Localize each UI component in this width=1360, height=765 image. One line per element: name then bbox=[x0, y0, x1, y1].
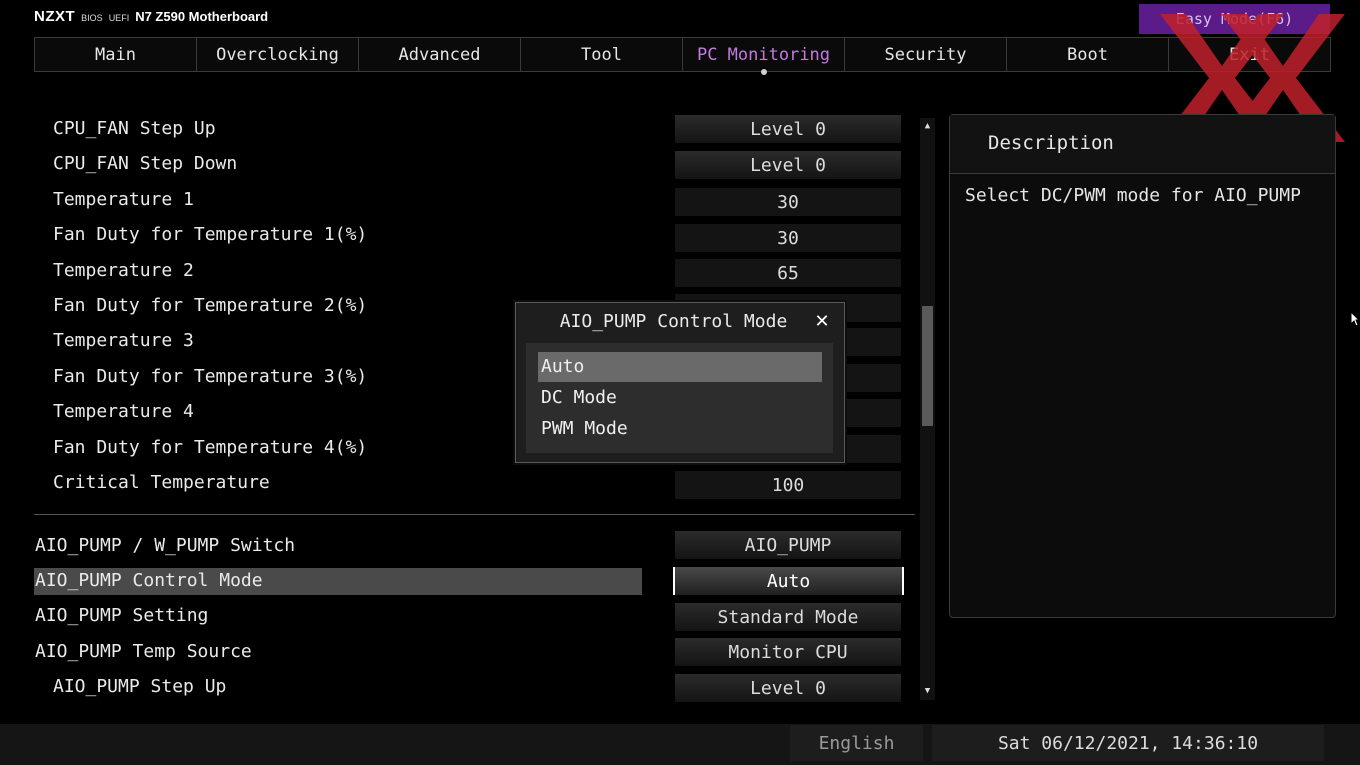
main-tabs: Main Overclocking Advanced Tool PC Monit… bbox=[34, 37, 1331, 75]
setting-label: CPU_FAN Step Down bbox=[53, 153, 238, 174]
control-mode-dialog: AIO_PUMP Control Mode ✕ Auto DC Mode PWM… bbox=[515, 302, 845, 463]
date-time-display: Sat 06/12/2021, 14:36:10 bbox=[932, 725, 1324, 761]
setting-label: AIO_PUMP Step Up bbox=[53, 676, 227, 697]
option-pwm-mode[interactable]: PWM Mode bbox=[538, 414, 822, 444]
tab-overclocking[interactable]: Overclocking bbox=[197, 38, 359, 71]
board-model: N7 Z590 Motherboard bbox=[135, 9, 269, 24]
nzxt-logo: NZXT bbox=[34, 8, 76, 25]
close-icon[interactable]: ✕ bbox=[811, 311, 833, 333]
setting-label: Fan Duty for Temperature 1(%) bbox=[53, 224, 368, 245]
dialog-title: AIO_PUMP Control Mode bbox=[559, 311, 788, 332]
setting-value[interactable]: 100 bbox=[675, 471, 901, 499]
option-dc-mode[interactable]: DC Mode bbox=[538, 383, 822, 413]
setting-label: AIO_PUMP Setting bbox=[35, 605, 209, 626]
setting-label: Temperature 1 bbox=[53, 189, 194, 210]
setting-label: Fan Duty for Temperature 2(%) bbox=[53, 295, 368, 316]
setting-label: Temperature 3 bbox=[53, 330, 194, 351]
tab-advanced[interactable]: Advanced bbox=[359, 38, 521, 71]
setting-label: AIO_PUMP Temp Source bbox=[35, 641, 252, 662]
scroll-down-arrow-icon[interactable]: ▼ bbox=[920, 684, 935, 698]
setting-value[interactable]: Level 0 bbox=[675, 151, 901, 179]
setting-value[interactable]: Level 0 bbox=[675, 674, 901, 702]
bios-label: BIOS bbox=[81, 13, 103, 23]
setting-label: AIO_PUMP / W_PUMP Switch bbox=[35, 535, 296, 556]
setting-label: Fan Duty for Temperature 4(%) bbox=[53, 437, 368, 458]
setting-label: Fan Duty for Temperature 3(%) bbox=[53, 366, 368, 387]
setting-value[interactable]: 30 bbox=[675, 224, 901, 252]
uefi-label: UEFI bbox=[108, 13, 130, 23]
language-selector[interactable]: English bbox=[790, 725, 923, 761]
scroll-up-arrow-icon[interactable]: ▲ bbox=[920, 119, 935, 133]
setting-value[interactable]: 65 bbox=[675, 259, 901, 287]
setting-label: Temperature 4 bbox=[53, 401, 194, 422]
brand-header: NZXT BIOS UEFI N7 Z590 Motherboard bbox=[34, 8, 268, 28]
section-divider bbox=[34, 514, 915, 515]
description-title: Description bbox=[988, 132, 1114, 154]
setting-label: Critical Temperature bbox=[53, 472, 270, 493]
tab-main[interactable]: Main bbox=[35, 38, 197, 71]
setting-value[interactable]: Standard Mode bbox=[675, 603, 901, 631]
description-text: Select DC/PWM mode for AIO_PUMP bbox=[965, 185, 1301, 206]
setting-value[interactable]: Level 0 bbox=[675, 115, 901, 143]
setting-label: Temperature 2 bbox=[53, 260, 194, 281]
setting-label: CPU_FAN Step Up bbox=[53, 118, 216, 139]
tab-boot[interactable]: Boot bbox=[1007, 38, 1169, 71]
setting-label-selected[interactable]: AIO_PUMP Control Mode bbox=[35, 568, 263, 594]
description-panel: Description Select DC/PWM mode for AIO_P… bbox=[949, 114, 1336, 618]
setting-value[interactable]: 30 bbox=[675, 188, 901, 216]
setting-value[interactable]: AIO_PUMP bbox=[675, 531, 901, 559]
setting-value[interactable]: Monitor CPU bbox=[675, 638, 901, 666]
tab-tool[interactable]: Tool bbox=[521, 38, 683, 71]
mouse-cursor-icon bbox=[1350, 311, 1360, 327]
description-header: Description bbox=[950, 115, 1335, 174]
option-auto[interactable]: Auto bbox=[538, 352, 822, 382]
setting-value-selected[interactable]: Auto bbox=[673, 567, 904, 595]
tab-pc-monitoring[interactable]: PC Monitoring bbox=[683, 38, 845, 75]
dialog-options-list: Auto DC Mode PWM Mode bbox=[526, 343, 833, 453]
tab-security[interactable]: Security bbox=[845, 38, 1007, 71]
scrollbar-thumb[interactable] bbox=[922, 306, 933, 426]
